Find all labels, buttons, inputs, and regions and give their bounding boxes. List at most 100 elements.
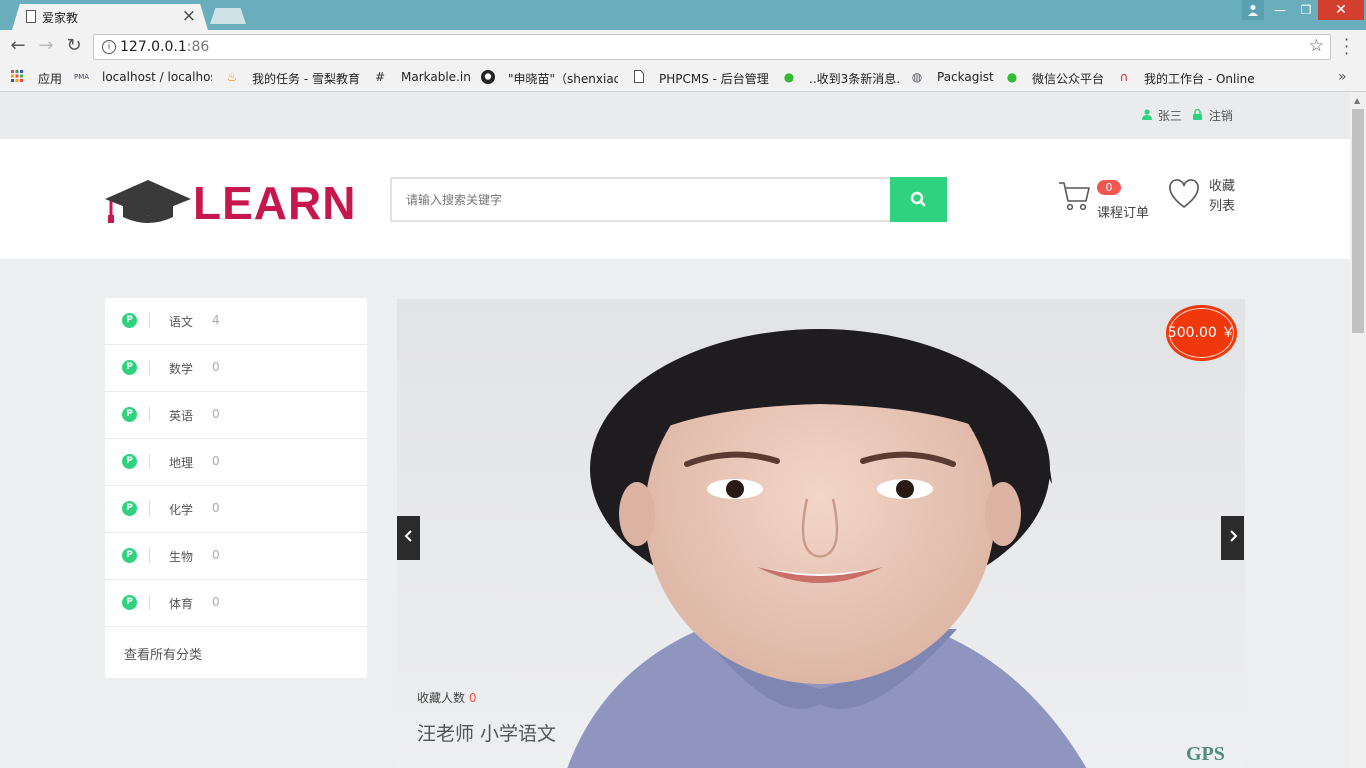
category-p-icon: P xyxy=(122,595,137,610)
reload-icon[interactable]: ↻ xyxy=(64,36,84,56)
price-badge: 500.00 ￥ xyxy=(1166,305,1237,361)
category-sidebar: P 语文 4 P 数学 0 P 英语 0 P 地理 0 P 化学 0 P 生物 … xyxy=(105,298,367,678)
category-name: 英语 xyxy=(169,409,194,423)
favorites-count-number: 0 xyxy=(468,691,477,705)
carousel-prev-button[interactable] xyxy=(397,516,420,560)
user-link[interactable]: 张三 xyxy=(1142,107,1182,124)
category-name: 数学 xyxy=(169,362,194,376)
logo-text: LEARN xyxy=(193,177,357,229)
heart-icon[interactable] xyxy=(1168,179,1200,209)
divider xyxy=(149,360,150,375)
wechat-icon: ● xyxy=(783,70,795,84)
info-icon[interactable]: i xyxy=(102,40,116,54)
carousel-next-button[interactable] xyxy=(1221,516,1244,560)
category-count: 0 xyxy=(212,595,220,609)
category-p-icon: P xyxy=(122,360,137,375)
divider xyxy=(149,313,150,328)
cart-link[interactable]: 课程订单 xyxy=(1097,202,1149,221)
category-count: 0 xyxy=(212,501,220,515)
category-name: 化学 xyxy=(169,503,194,517)
lock-icon xyxy=(1193,108,1205,123)
site-logo[interactable]: LEARN xyxy=(105,177,355,227)
divider xyxy=(149,501,150,516)
browser-titlebar: 爱家教 × — ❐ ✕ xyxy=(0,0,1366,30)
category-name: 生物 xyxy=(169,550,194,564)
url-text: 127.0.0.1:86 xyxy=(120,39,209,55)
category-item[interactable]: P 英语 0 xyxy=(105,392,367,439)
bookmark-tasks[interactable]: 我的任务 - 雪梨教育 xyxy=(252,70,360,87)
chevron-right-icon xyxy=(1229,530,1237,542)
profile-icon[interactable] xyxy=(1242,0,1264,20)
search-box xyxy=(390,177,891,222)
category-count: 0 xyxy=(212,548,220,562)
category-item[interactable]: P 生物 0 xyxy=(105,533,367,580)
close-window-icon[interactable]: ✕ xyxy=(1318,0,1364,20)
minimize-icon[interactable]: — xyxy=(1266,0,1294,20)
bookmark-messages[interactable]: ..收到3条新消息. xyxy=(809,70,899,87)
category-name: 地理 xyxy=(169,456,194,470)
forward-arrow-icon[interactable]: → xyxy=(36,36,56,56)
page-viewport: 张三 注销 LEARN 请输入搜索关键字 0 课程订单 收藏列表 P 语文 4 … xyxy=(0,93,1350,768)
search-button[interactable] xyxy=(890,177,947,222)
search-icon xyxy=(910,191,926,207)
page-icon xyxy=(632,70,646,84)
tab-close-icon[interactable]: × xyxy=(182,6,196,26)
bookmark-workbench[interactable]: 我的工作台 - Online xyxy=(1144,70,1256,87)
address-bar[interactable]: i 127.0.0.1:86 ☆ xyxy=(93,34,1331,60)
tab-title: 爱家教 xyxy=(42,11,79,25)
logout-label: 注销 xyxy=(1208,109,1233,123)
category-item[interactable]: P 地理 0 xyxy=(105,439,367,486)
course-title[interactable]: 汪老师 小学语文 xyxy=(417,719,556,746)
user-icon xyxy=(1142,109,1154,123)
teacher-portrait[interactable] xyxy=(397,299,1245,768)
divider xyxy=(149,548,150,563)
scroll-up-icon[interactable]: ▲ xyxy=(1354,96,1360,105)
github-icon xyxy=(481,70,495,84)
category-name: 语文 xyxy=(169,315,194,329)
phpmyadmin-icon: PMA xyxy=(74,73,90,81)
divider xyxy=(149,595,150,610)
user-topbar: 张三 注销 xyxy=(0,93,1350,139)
browser-menu-icon[interactable]: · · · xyxy=(1344,32,1350,62)
bookmark-apps[interactable]: 应用 xyxy=(38,70,62,87)
favorites-count: 收藏人数 0 xyxy=(417,689,476,706)
bookmark-star-icon[interactable]: ☆ xyxy=(1309,36,1324,56)
bookmark-wechat-platform[interactable]: 微信公众平台 xyxy=(1032,70,1104,87)
bookmark-packagist[interactable]: Packagist xyxy=(937,70,994,84)
url-host: 127.0.0.1 xyxy=(120,39,187,55)
browser-tab[interactable]: 爱家教 × xyxy=(12,4,208,30)
category-count: 0 xyxy=(212,360,220,374)
category-item[interactable]: P 数学 0 xyxy=(105,345,367,392)
category-item[interactable]: P 化学 0 xyxy=(105,486,367,533)
username: 张三 xyxy=(1157,109,1182,123)
category-p-icon: P xyxy=(122,501,137,516)
restore-icon[interactable]: ❐ xyxy=(1292,0,1320,20)
wechat-icon: ● xyxy=(1006,70,1018,84)
favorites-link[interactable]: 收藏列表 xyxy=(1209,177,1239,217)
new-tab-button[interactable] xyxy=(210,8,246,24)
online-icon: ∩ xyxy=(1119,70,1129,84)
category-p-icon: P xyxy=(122,313,137,328)
category-p-icon: P xyxy=(122,407,137,422)
category-item[interactable]: P 语文 4 xyxy=(105,298,367,345)
bookmark-markable[interactable]: Markable.in xyxy=(401,70,471,84)
back-arrow-icon[interactable]: ← xyxy=(8,36,28,56)
search-input[interactable] xyxy=(392,179,891,220)
category-item[interactable]: P 体育 0 xyxy=(105,580,367,627)
browser-toolbar: ← → ↻ i 127.0.0.1:86 ☆ · · · xyxy=(0,30,1366,64)
page-icon xyxy=(26,10,36,23)
page-scrollbar[interactable]: ▲ xyxy=(1350,93,1366,768)
bookmark-localhost[interactable]: localhost / localhos xyxy=(102,70,212,84)
bookmark-github[interactable]: "申晓苗"（shenxiao xyxy=(508,70,618,87)
bookmarks-overflow-icon[interactable]: » xyxy=(1338,69,1347,85)
logout-link[interactable]: 注销 xyxy=(1193,107,1233,124)
view-all-categories-link[interactable]: 查看所有分类 xyxy=(124,644,202,663)
chevron-left-icon xyxy=(404,530,412,542)
course-carousel: 500.00 ￥ 收藏人数 0 汪老师 小学语文 GPS xyxy=(397,299,1245,768)
cart-icon[interactable] xyxy=(1058,179,1092,213)
apps-grid-icon xyxy=(10,70,24,84)
scrollbar-thumb[interactable] xyxy=(1352,109,1364,333)
category-p-icon: P xyxy=(122,454,137,469)
bookmark-phpcms[interactable]: PHPCMS - 后台管理 xyxy=(659,70,769,87)
site-header: LEARN 0 课程订单 收藏列表 xyxy=(0,139,1350,259)
